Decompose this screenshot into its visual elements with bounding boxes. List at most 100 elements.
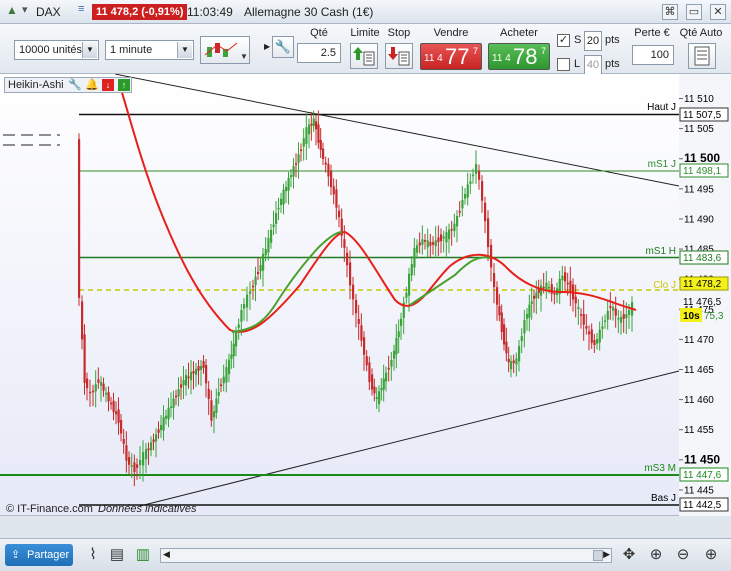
candle-body — [330, 170, 333, 188]
candle-body — [622, 314, 625, 319]
buy-alert-icon[interactable]: ↑ — [118, 79, 130, 91]
candle-body — [165, 415, 168, 419]
candle-body — [528, 304, 531, 318]
candle-body — [277, 207, 280, 210]
candle-body — [387, 367, 390, 370]
y-tick-label: 11 455 — [684, 425, 714, 436]
candle-body — [357, 318, 360, 324]
price-tag-ms1-hour: 11 483,6 — [683, 253, 722, 264]
price-chart[interactable]: 11 51011 50511 50011 49511 49011 48511 4… — [0, 74, 731, 516]
candle-body — [590, 329, 593, 343]
candle-body — [432, 242, 435, 245]
stop-loss-checkbox[interactable]: ✓ — [557, 34, 570, 47]
candle-body — [493, 273, 496, 288]
limit-order-button[interactable] — [350, 43, 378, 69]
candle-body — [150, 442, 153, 451]
candle-body — [230, 354, 233, 359]
logo-icon: ▲ — [6, 3, 18, 17]
candle-body — [190, 371, 193, 381]
candle-body — [249, 291, 252, 294]
scroll-left-icon[interactable]: ◀ — [163, 549, 170, 560]
stop-order-button[interactable] — [385, 43, 413, 69]
chevron-down-icon[interactable]: ▾ — [22, 3, 28, 16]
candle-body — [322, 148, 325, 160]
pan-icon[interactable]: ✥ — [620, 546, 638, 564]
close-icon[interactable]: ✕ — [710, 4, 726, 20]
limit-checkbox[interactable] — [557, 58, 570, 71]
candle-body — [86, 378, 89, 389]
candle-body — [373, 386, 376, 394]
candle-body — [498, 306, 501, 316]
instrument-name: Allemagne 30 Cash (1€) — [244, 5, 374, 19]
candle-body — [187, 376, 190, 379]
zoom-in-icon[interactable]: ⊕ — [702, 546, 720, 564]
candle-body — [259, 265, 262, 272]
candle-body — [596, 339, 599, 344]
candle-body — [177, 389, 180, 397]
share-button[interactable]: ⇪ Partager — [5, 544, 73, 566]
zoom-fit-icon[interactable]: ⊕ — [647, 546, 665, 564]
candle-body — [582, 313, 585, 325]
window-toggle-icon[interactable]: ▭ — [686, 4, 702, 20]
candle-body — [319, 140, 322, 150]
candle-body — [512, 360, 515, 364]
candle-body — [518, 345, 521, 362]
list-icon[interactable]: ≡ — [78, 3, 84, 15]
bell-icon[interactable]: 🔔 — [85, 78, 99, 92]
candle-body — [254, 276, 257, 286]
y-tick-label: 11 450 — [684, 452, 720, 466]
level-label-high: Haut J — [647, 102, 676, 113]
wrench-icon[interactable]: 🔧 — [68, 78, 82, 92]
candle-body — [371, 374, 374, 390]
candle-body — [252, 285, 255, 288]
candle-body — [620, 316, 623, 323]
candle-body — [405, 292, 408, 298]
candle-body — [577, 307, 580, 309]
candle-body — [393, 350, 396, 359]
time-scrollbar[interactable]: ◀ ▶ — [160, 548, 612, 563]
candle-body — [305, 127, 308, 144]
candle-body — [262, 253, 265, 271]
candle-body — [83, 334, 86, 383]
candle-body — [385, 372, 388, 382]
candle-body — [332, 186, 335, 195]
sell-button[interactable]: 11 4 77 7 — [420, 43, 482, 70]
scroll-right-icon[interactable]: ▶ — [603, 549, 610, 560]
limit-points-input[interactable]: 40 — [584, 55, 602, 75]
candle-body — [542, 286, 545, 289]
loss-input[interactable]: 100 — [632, 45, 674, 65]
chart-type-button[interactable]: ▼ — [200, 36, 250, 64]
candle-body — [533, 295, 536, 299]
scroll-thumb[interactable] — [593, 550, 603, 561]
stop-order-icon — [388, 47, 410, 66]
zoom-out-icon[interactable]: ⊖ — [674, 546, 692, 564]
orders-list-icon[interactable]: ▥ — [134, 546, 152, 564]
candle-body — [456, 215, 459, 227]
wrench-icon[interactable]: 🔧 — [272, 36, 294, 58]
price-tag-high: 11 507,5 — [683, 110, 722, 121]
indicators-icon[interactable]: ▤ — [108, 546, 126, 564]
stop-loss-points-input[interactable]: 20 — [584, 31, 602, 51]
y-tick-label: 11 500 — [684, 151, 720, 165]
candle-body — [213, 411, 216, 418]
collapse-arrow-icon[interactable]: ▶ — [264, 42, 270, 51]
candle-body — [117, 409, 120, 423]
candle-body — [442, 236, 445, 239]
candle-body — [346, 252, 349, 266]
command-icon[interactable]: ⌘ — [662, 4, 678, 20]
candle-body — [548, 286, 551, 289]
y-tick-label: 11 510 — [684, 94, 714, 105]
candle-body — [130, 465, 133, 467]
qty-input[interactable]: 2.5 — [297, 43, 341, 63]
candle-body — [461, 200, 464, 209]
candle-body — [310, 123, 313, 126]
interval-select[interactable]: 1 minute ▼ — [105, 40, 194, 60]
sell-alert-icon[interactable]: ↓ — [102, 79, 114, 91]
drawing-tools-icon[interactable]: ⌇ — [84, 546, 102, 564]
candle-body — [378, 391, 381, 405]
auto-qty-button[interactable] — [688, 43, 716, 69]
buy-button[interactable]: 11 4 78 7 — [488, 43, 550, 70]
copyright-text: © IT-Finance.com — [6, 503, 93, 515]
quantity-unit-select[interactable]: 10000 unités ▼ — [14, 40, 99, 60]
level-label-ms3-month: mS3 M — [644, 463, 676, 474]
